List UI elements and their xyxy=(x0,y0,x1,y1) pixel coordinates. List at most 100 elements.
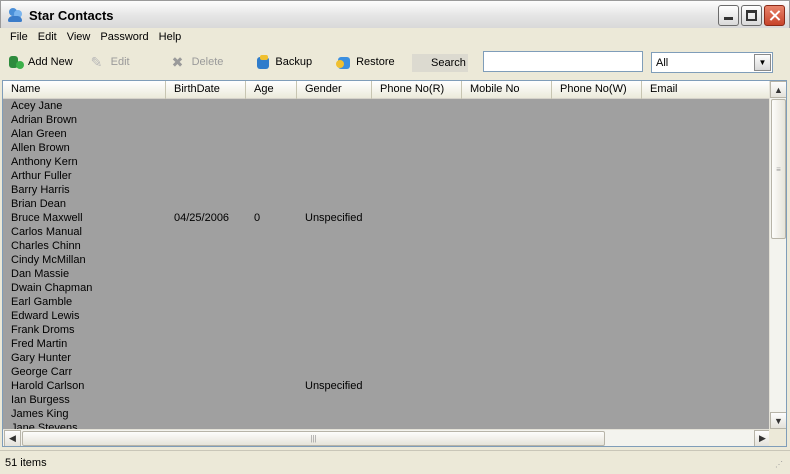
list-cell xyxy=(642,253,771,267)
list-cell xyxy=(166,421,246,429)
list-item[interactable]: Edward Lewis xyxy=(3,309,771,323)
list-item[interactable]: Cindy McMillan xyxy=(3,253,771,267)
list-cell xyxy=(642,99,771,113)
column-header-row: Name BirthDate Age Gender Phone No(R) Mo… xyxy=(3,81,771,99)
minimize-button[interactable] xyxy=(718,5,739,26)
list-item[interactable]: George Carr xyxy=(3,365,771,379)
maximize-button[interactable] xyxy=(741,5,762,26)
list-cell xyxy=(642,281,771,295)
list-item[interactable]: Charles Chinn xyxy=(3,239,771,253)
add-new-button[interactable]: Add New xyxy=(4,51,77,73)
list-cell xyxy=(372,337,462,351)
resize-grip-icon[interactable]: ⋰ xyxy=(775,459,787,471)
list-cell xyxy=(372,267,462,281)
list-cell xyxy=(552,379,642,393)
list-item[interactable]: Anthony Kern xyxy=(3,155,771,169)
list-cell xyxy=(642,421,771,429)
list-cell xyxy=(552,141,642,155)
list-item[interactable]: Brian Dean xyxy=(3,197,771,211)
vertical-scrollbar[interactable]: ▲ ≡ ▼ xyxy=(769,81,786,429)
menu-password[interactable]: Password xyxy=(95,31,153,43)
list-cell xyxy=(372,183,462,197)
list-item[interactable]: Alan Green xyxy=(3,127,771,141)
list-cell xyxy=(297,239,372,253)
menu-view[interactable]: View xyxy=(62,31,96,43)
list-cell: Earl Gamble xyxy=(11,296,73,308)
column-header-birthdate[interactable]: BirthDate xyxy=(166,81,246,99)
list-item[interactable]: Dwain Chapman xyxy=(3,281,771,295)
delete-button[interactable]: ✖ Delete xyxy=(168,51,228,73)
list-item[interactable]: Adrian Brown xyxy=(3,113,771,127)
list-cell xyxy=(246,323,297,337)
scroll-up-icon[interactable]: ▲ xyxy=(770,81,786,98)
vertical-scroll-thumb[interactable]: ≡ xyxy=(771,99,786,239)
list-item[interactable]: Dan Massie xyxy=(3,267,771,281)
list-item[interactable]: Harold Carlson Unspecified xyxy=(3,379,771,393)
list-cell xyxy=(642,239,771,253)
list-cell xyxy=(246,155,297,169)
list-item[interactable]: Fred Martin xyxy=(3,337,771,351)
close-button[interactable] xyxy=(764,5,785,26)
restore-button[interactable]: Restore xyxy=(332,51,399,73)
scroll-down-icon[interactable]: ▼ xyxy=(770,412,786,429)
contacts-list[interactable]: Name BirthDate Age Gender Phone No(R) Mo… xyxy=(2,80,787,447)
list-item[interactable]: Barry Harris xyxy=(3,183,771,197)
backup-button[interactable]: Backup xyxy=(251,51,316,73)
menu-edit[interactable]: Edit xyxy=(33,31,62,43)
list-item[interactable]: Ian Burgess xyxy=(3,393,771,407)
list-item[interactable]: Frank Droms xyxy=(3,323,771,337)
list-item[interactable]: Carlos Manual xyxy=(3,225,771,239)
scroll-left-icon[interactable]: ◀ xyxy=(4,430,21,446)
column-header-email[interactable]: Email xyxy=(642,81,771,99)
column-header-gender[interactable]: Gender xyxy=(297,81,372,99)
list-item[interactable]: Acey Jane xyxy=(3,99,771,113)
column-header-phone-w[interactable]: Phone No(W) xyxy=(552,81,642,99)
chevron-down-icon[interactable]: ▼ xyxy=(754,54,771,71)
horizontal-scrollbar[interactable]: ◀ ||| ▶ xyxy=(3,429,771,446)
list-cell xyxy=(297,197,372,211)
column-header-name[interactable]: Name xyxy=(3,81,166,99)
list-cell xyxy=(166,197,246,211)
list-cell xyxy=(297,295,372,309)
column-header-mobile[interactable]: Mobile No xyxy=(462,81,552,99)
list-cell: Frank Droms xyxy=(11,324,75,336)
list-cell xyxy=(297,127,372,141)
list-cell: Edward Lewis xyxy=(11,310,80,322)
list-cell xyxy=(372,141,462,155)
search-button[interactable]: Search xyxy=(412,54,468,72)
list-cell xyxy=(246,393,297,407)
column-header-age[interactable]: Age xyxy=(246,81,297,99)
list-cell xyxy=(297,421,372,429)
menu-help[interactable]: Help xyxy=(154,31,187,43)
list-cell: Alan Green xyxy=(11,128,67,140)
list-item[interactable]: Jane Stevens xyxy=(3,421,771,429)
list-cell: Jane Stevens xyxy=(11,422,78,429)
list-cell xyxy=(552,337,642,351)
menu-file[interactable]: File xyxy=(5,31,33,43)
list-cell xyxy=(246,169,297,183)
list-item[interactable]: Earl Gamble xyxy=(3,295,771,309)
column-header-phone-r[interactable]: Phone No(R) xyxy=(372,81,462,99)
list-cell xyxy=(297,309,372,323)
list-cell: Adrian Brown xyxy=(11,114,78,126)
backup-icon xyxy=(255,54,271,70)
filter-dropdown[interactable]: All ▼ xyxy=(651,52,773,73)
list-item[interactable]: Arthur Fuller xyxy=(3,169,771,183)
list-item[interactable]: James King xyxy=(3,407,771,421)
list-item[interactable]: Bruce Maxwell 04/25/2006 0 Unspecified xyxy=(3,211,771,225)
list-item[interactable]: Gary Hunter xyxy=(3,351,771,365)
restore-label: Restore xyxy=(356,56,395,68)
list-cell xyxy=(372,253,462,267)
title-bar[interactable]: Star Contacts xyxy=(0,0,790,30)
horizontal-scroll-thumb[interactable]: ||| xyxy=(22,431,605,446)
list-cell xyxy=(166,365,246,379)
list-cell xyxy=(372,239,462,253)
list-cell xyxy=(552,239,642,253)
search-input[interactable] xyxy=(483,51,643,72)
list-item[interactable]: Allen Brown xyxy=(3,141,771,155)
edit-button[interactable]: ✎ Edit xyxy=(87,51,134,73)
list-cell xyxy=(166,281,246,295)
list-cell xyxy=(462,239,552,253)
list-cell xyxy=(297,267,372,281)
list-cell xyxy=(246,183,297,197)
